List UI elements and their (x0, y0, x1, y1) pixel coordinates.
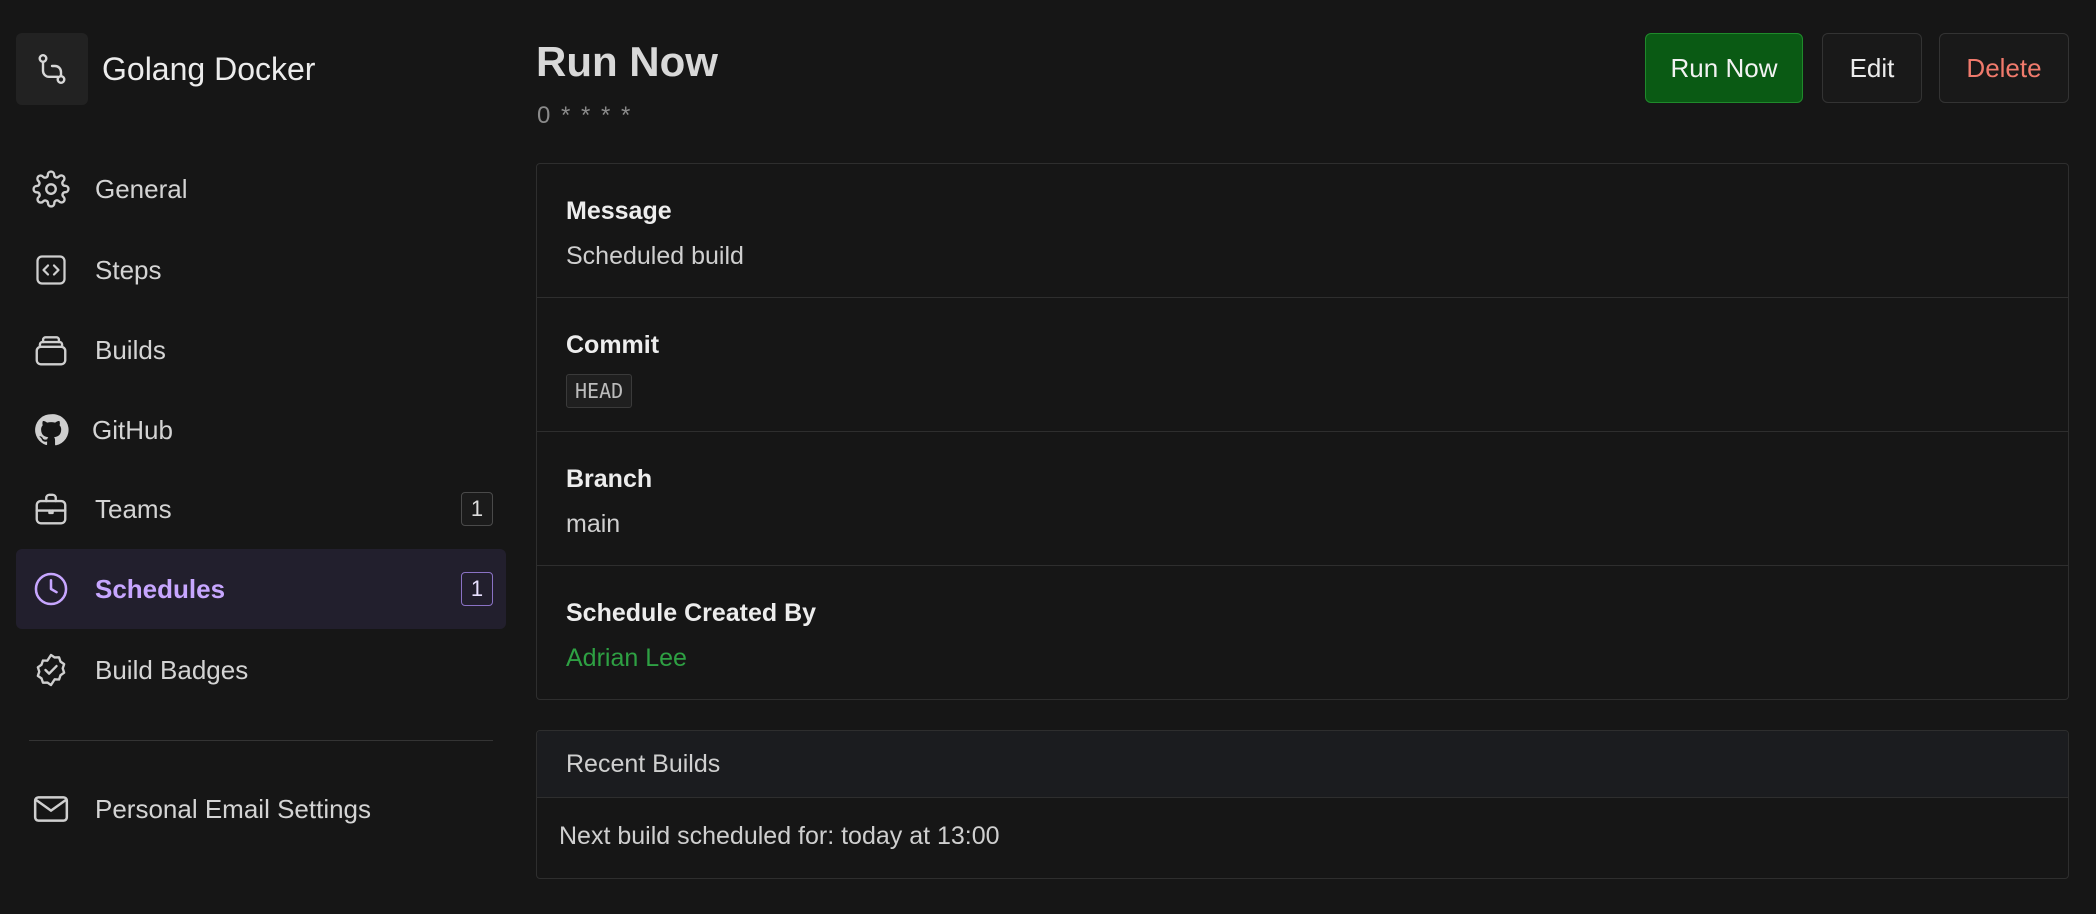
created-by-link[interactable]: Adrian Lee (566, 644, 687, 673)
clock-icon (30, 568, 72, 610)
cron-expression: 0 * * * * (537, 102, 633, 129)
briefcase-icon (30, 488, 72, 530)
sidebar-item-github[interactable]: GitHub (16, 390, 506, 470)
sidebar-item-builds[interactable]: Builds (16, 310, 506, 390)
sidebar-item-personal-email-settings[interactable]: Personal Email Settings (16, 769, 506, 849)
app-root: Golang Docker General Steps Builds GitHu… (0, 0, 2096, 914)
run-now-button[interactable]: Run Now (1645, 33, 1803, 103)
created-by-field: Schedule Created By Adrian Lee (537, 566, 2068, 700)
sidebar-item-label: Personal Email Settings (95, 793, 372, 824)
git-branch-icon (16, 33, 88, 105)
badge-check-icon (30, 649, 72, 691)
branch-value: main (566, 510, 621, 538)
sidebar-item-steps[interactable]: Steps (16, 230, 506, 310)
project-header[interactable]: Golang Docker (16, 33, 315, 105)
recent-builds-panel: Recent Builds Next build scheduled for: … (536, 730, 2069, 879)
sidebar-item-label: Build Badges (95, 654, 249, 685)
project-name: Golang Docker (102, 50, 316, 87)
count-badge: 1 (461, 572, 493, 606)
sidebar-item-schedules[interactable]: Schedules 1 (16, 549, 506, 629)
created-by-label: Schedule Created By (566, 599, 817, 627)
branch-field: Branch main (537, 432, 2068, 566)
message-value: Scheduled build (566, 242, 744, 270)
sidebar-item-label: GitHub (92, 414, 173, 445)
message-field: Message Scheduled build (537, 164, 2068, 298)
sidebar-divider (29, 740, 493, 741)
commit-value: HEAD (566, 374, 633, 408)
sidebar-item-label: General (95, 173, 188, 204)
mail-icon (30, 788, 72, 830)
page-title: Run Now (536, 38, 718, 85)
sidebar-item-teams[interactable]: Teams 1 (16, 469, 506, 549)
gear-icon (30, 168, 72, 210)
delete-button[interactable]: Delete (1939, 33, 2069, 103)
count-badge: 1 (461, 492, 493, 526)
next-build-text: Next build scheduled for: today at 13:00 (559, 822, 1000, 850)
edit-button[interactable]: Edit (1822, 33, 1922, 103)
sidebar-item-label: Schedules (95, 573, 226, 604)
commit-field: Commit HEAD (537, 298, 2068, 432)
github-icon (30, 409, 72, 451)
schedule-details-card: Message Scheduled build Commit HEAD Bran… (536, 163, 2069, 700)
sidebar-item-general[interactable]: General (16, 149, 506, 229)
sidebar-item-build-badges[interactable]: Build Badges (16, 630, 506, 710)
stack-icon (30, 329, 72, 371)
message-label: Message (566, 197, 672, 225)
sidebar-item-label: Steps (95, 254, 162, 285)
sidebar-item-label: Builds (95, 334, 166, 365)
sidebar-item-label: Teams (95, 493, 172, 524)
branch-label: Branch (566, 465, 653, 493)
sidebar: Golang Docker General Steps Builds GitHu… (0, 0, 520, 914)
code-brackets-icon (30, 249, 72, 291)
recent-builds-title: Recent Builds (537, 731, 2068, 798)
commit-label: Commit (566, 331, 660, 359)
